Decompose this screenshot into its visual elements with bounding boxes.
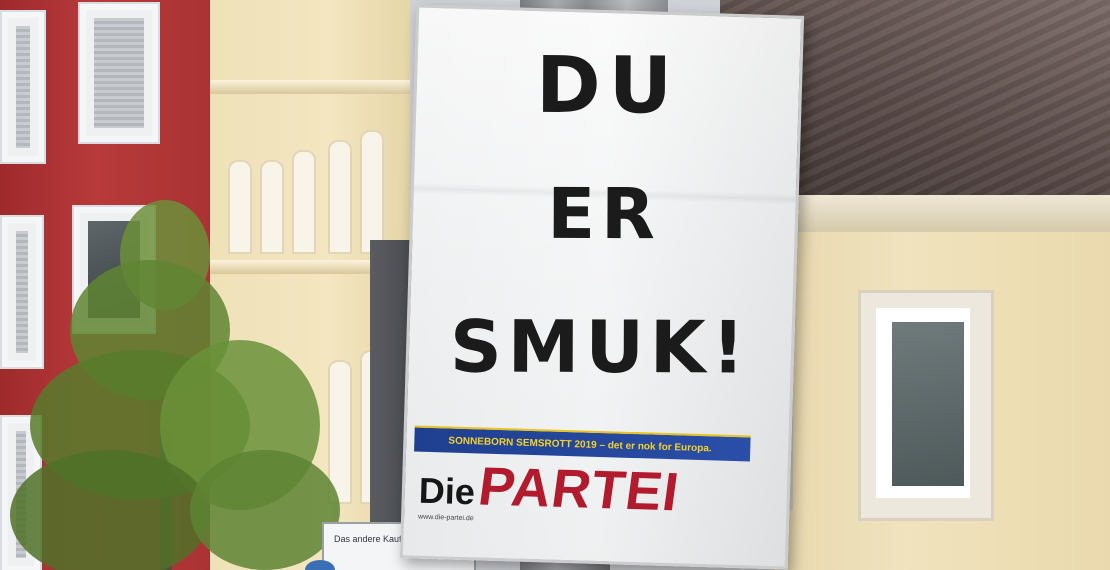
cornice bbox=[210, 80, 410, 94]
foliage bbox=[190, 450, 340, 570]
street-scene: Das andere Kaufhaus DU ER SMUK! SONNEBOR… bbox=[0, 0, 1110, 570]
window bbox=[0, 10, 46, 164]
slogan-line-1: DU bbox=[535, 40, 681, 132]
eave bbox=[770, 195, 1110, 235]
poster-url: www.die-partei.de bbox=[417, 513, 474, 523]
tagline-text: SONNEBORN SEMSROTT 2019 – det er nok for… bbox=[448, 435, 712, 454]
window-glass bbox=[892, 322, 964, 486]
logo-die: Die bbox=[418, 469, 476, 513]
election-poster: DU ER SMUK! SONNEBORN SEMSROTT 2019 – de… bbox=[399, 4, 805, 570]
slogan-line-2: ER bbox=[547, 172, 662, 256]
slogan-line-3: SMUK! bbox=[449, 304, 751, 390]
foliage bbox=[10, 450, 210, 570]
tree bbox=[10, 200, 370, 570]
logo-partei: PARTEI bbox=[475, 456, 684, 523]
window bbox=[78, 2, 160, 144]
party-logo: Die PARTEI bbox=[418, 454, 684, 523]
